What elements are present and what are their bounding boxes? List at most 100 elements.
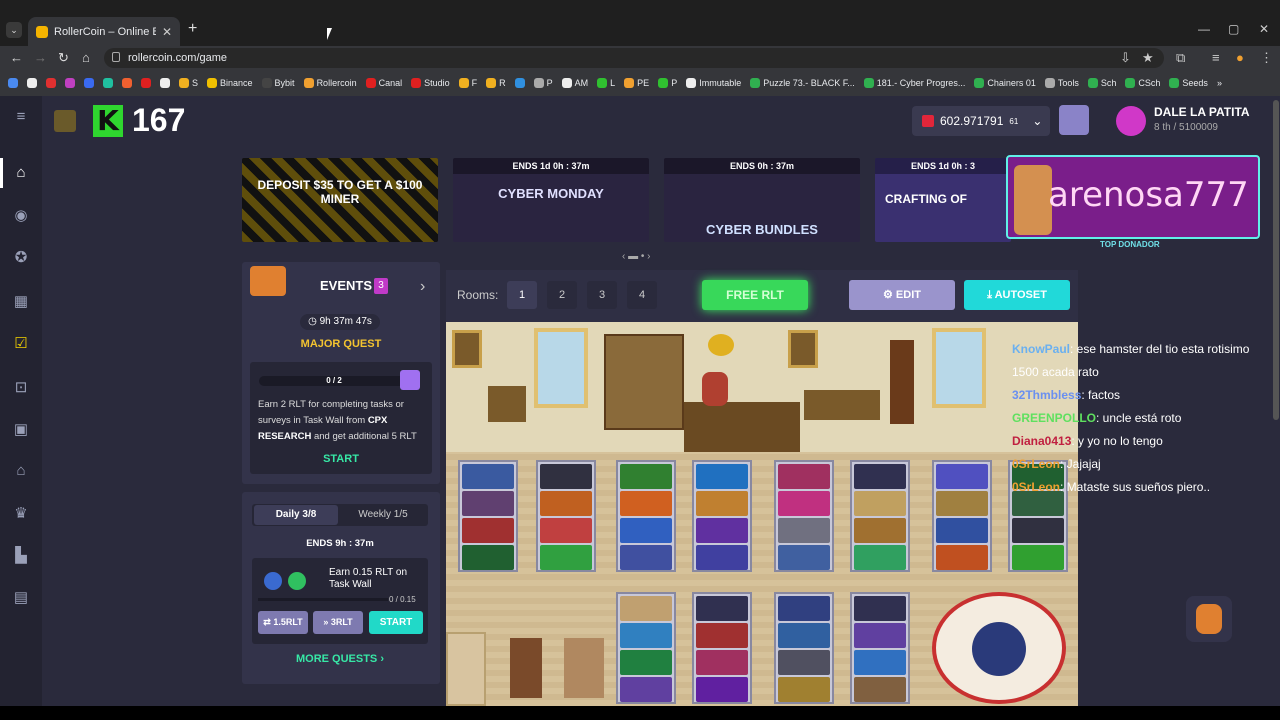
miner-rack[interactable]: [458, 460, 518, 572]
bookmark-item[interactable]: Sch: [1087, 78, 1116, 88]
extensions-icon[interactable]: ⧉: [1176, 50, 1185, 66]
calendar-icon[interactable]: ▦: [11, 292, 31, 310]
banner-crafting[interactable]: ENDS 1d 0h : 3 CRAFTING OF: [875, 158, 1011, 242]
bookmark-item[interactable]: Seeds: [1169, 78, 1208, 88]
room-4-button[interactable]: 4: [627, 281, 657, 309]
free-rlt-button[interactable]: FREE RLT: [702, 280, 808, 310]
media-icon[interactable]: ≡: [1212, 50, 1220, 65]
game-room[interactable]: [446, 322, 1078, 706]
address-bar[interactable]: rollercoin.com/game: [104, 48, 1164, 68]
tasks-icon[interactable]: ☑: [11, 334, 31, 352]
bookmark-icon[interactable]: [122, 78, 132, 88]
bookmark-apps-icon[interactable]: [8, 78, 18, 88]
miner-rack[interactable]: [692, 460, 752, 572]
miner-rack[interactable]: [774, 592, 834, 704]
miner-rack[interactable]: [932, 460, 992, 572]
bookmark-item[interactable]: R: [486, 78, 506, 88]
bookmark-item[interactable]: S: [179, 78, 198, 88]
bookmark-star-icon[interactable]: ★: [1142, 50, 1154, 66]
task-start-button[interactable]: START: [369, 611, 423, 634]
bookmark-item[interactable]: Immutable: [686, 78, 741, 88]
room-2-button[interactable]: 2: [547, 281, 577, 309]
profile-icon[interactable]: ●: [1236, 50, 1244, 65]
cart-icon[interactable]: ⊡: [11, 378, 31, 396]
events-title[interactable]: EVENTS: [320, 278, 372, 293]
close-window-icon[interactable]: ✕: [1259, 22, 1269, 36]
carousel-nav[interactable]: ‹ ▬ • ›: [622, 251, 651, 262]
home-icon[interactable]: ⌂: [11, 164, 31, 182]
bookmark-folder[interactable]: Tools: [1044, 78, 1079, 88]
forward-icon[interactable]: →: [34, 50, 47, 65]
miner-rack[interactable]: [692, 592, 752, 704]
autoset-button[interactable]: ⤓ AUTOSET: [964, 280, 1070, 310]
room-3-button[interactable]: 3: [587, 281, 617, 309]
miner-rack[interactable]: [616, 460, 676, 572]
bookmarks-overflow-icon[interactable]: »: [1217, 78, 1222, 88]
bookmark-item[interactable]: Bybit: [261, 78, 295, 88]
back-icon[interactable]: ←: [10, 50, 23, 65]
bookmark-item[interactable]: Rollercoin: [303, 78, 357, 88]
marketplace-icon[interactable]: ⌂: [11, 462, 31, 480]
trophy-icon[interactable]: ♛: [11, 504, 31, 522]
bookmark-item[interactable]: P: [533, 78, 553, 88]
bookmark-item[interactable]: P: [658, 78, 677, 88]
new-tab-icon[interactable]: +: [188, 20, 197, 38]
bookmark-item[interactable]: Puzzle 73.- BLACK F...: [750, 78, 855, 88]
bookmark-icon[interactable]: [103, 78, 113, 88]
rewards-icon[interactable]: ✪: [11, 248, 31, 266]
hamster-avatar[interactable]: [54, 110, 76, 132]
quest-start-button[interactable]: START: [250, 453, 432, 465]
news-icon[interactable]: ▤: [11, 588, 31, 606]
bookmark-item[interactable]: Binance: [207, 78, 253, 88]
bookmark-icon[interactable]: [141, 78, 151, 88]
tab-daily[interactable]: Daily 3/8: [254, 505, 338, 525]
tab-search-icon[interactable]: ⌄: [6, 22, 22, 38]
miner-rack[interactable]: [850, 460, 910, 572]
scrollbar-thumb[interactable]: [1273, 100, 1279, 420]
hamster-helper-button[interactable]: [1186, 596, 1232, 642]
bookmark-item[interactable]: AM: [561, 78, 588, 88]
bookmark-icon[interactable]: [27, 78, 37, 88]
room-1-button[interactable]: 1: [507, 281, 537, 309]
bookmark-item[interactable]: CSch: [1125, 78, 1160, 88]
install-icon[interactable]: ⇩: [1120, 50, 1131, 66]
bookmark-item[interactable]: F: [458, 78, 477, 88]
menu-icon[interactable]: ⋮: [1260, 50, 1273, 66]
miner-rack[interactable]: [536, 460, 596, 572]
miner-rack[interactable]: [616, 592, 676, 704]
site-info-icon[interactable]: [112, 52, 120, 62]
wallet-icon[interactable]: [1059, 105, 1089, 135]
game-controller-icon[interactable]: ◉: [11, 206, 31, 224]
tab-weekly[interactable]: Weekly 1/5: [340, 505, 426, 525]
chevron-right-icon[interactable]: ›: [420, 278, 425, 296]
home-icon[interactable]: ⌂: [82, 50, 90, 65]
factory-icon[interactable]: ▙: [11, 546, 31, 564]
collectibles-shelf[interactable]: [604, 334, 684, 430]
rollercoin-logo[interactable]: K: [93, 105, 123, 137]
bookmark-item[interactable]: Chainers 01: [974, 78, 1036, 88]
close-tab-icon[interactable]: ✕: [162, 25, 172, 39]
balance-dropdown[interactable]: 602.971791 61 ⌄: [912, 106, 1050, 136]
player-hamster[interactable]: [702, 372, 728, 406]
edit-button[interactable]: ⚙ EDIT: [849, 280, 955, 310]
miner-rack[interactable]: [774, 460, 834, 572]
bookmark-item[interactable]: PE: [624, 78, 649, 88]
hamburger-menu-icon[interactable]: ≡: [11, 108, 31, 126]
reload-icon[interactable]: ↻: [58, 50, 69, 66]
maximize-icon[interactable]: ▢: [1228, 22, 1239, 36]
bookmark-icon[interactable]: [46, 78, 56, 88]
browser-tab[interactable]: RollerCoin – Online Bitcoin Mi… ✕: [28, 17, 180, 46]
bookmark-icon[interactable]: [84, 78, 94, 88]
more-quests-link[interactable]: MORE QUESTS ›: [252, 653, 428, 665]
skip-1-5rlt-button[interactable]: ⇄ 1.5RLT: [258, 611, 308, 634]
player-desk[interactable]: [684, 402, 800, 452]
bookmark-icon[interactable]: [160, 78, 170, 88]
banner-cyber-monday[interactable]: ENDS 1d 0h : 37m CYBER MONDAY: [453, 158, 649, 242]
bookmark-icon[interactable]: [65, 78, 75, 88]
bookmark-item[interactable]: [514, 78, 525, 88]
bookmark-item[interactable]: Canal: [365, 78, 402, 88]
bookmark-item[interactable]: L: [597, 78, 615, 88]
minimize-icon[interactable]: —: [1198, 22, 1210, 36]
bookmark-item[interactable]: 181.- Cyber Progres...: [863, 78, 965, 88]
username[interactable]: DALE LA PATITA: [1154, 105, 1250, 119]
